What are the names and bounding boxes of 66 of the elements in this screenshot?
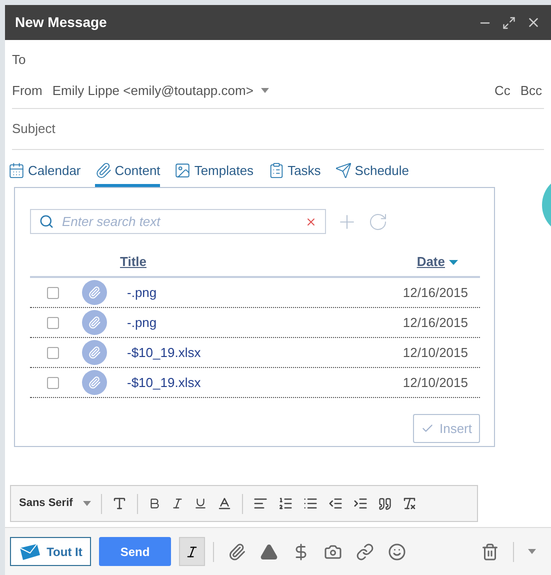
window-title: New Message	[15, 13, 107, 32]
indent-more-icon[interactable]	[352, 496, 368, 511]
caret-icon	[82, 501, 91, 506]
subject-field[interactable]: Subject	[12, 119, 544, 139]
formatting-toggle-icon[interactable]	[179, 537, 205, 566]
tab[interactable]: Content	[94, 160, 160, 187]
attachment-icon	[82, 310, 107, 335]
clipboard-list-icon	[268, 162, 285, 179]
tab[interactable]: Calendar	[8, 160, 81, 187]
paperclip-icon	[94, 162, 112, 179]
caret-icon	[528, 549, 536, 554]
remove-formatting-icon[interactable]	[402, 496, 417, 511]
tout-it-button[interactable]: Tout It	[10, 537, 91, 566]
file-title[interactable]: -.png	[127, 282, 157, 302]
paper-plane-icon	[334, 162, 352, 179]
bcc-link[interactable]: Bcc	[520, 80, 542, 100]
search-input[interactable]: Enter search text	[62, 212, 297, 232]
search-field[interactable]: Enter search text	[30, 209, 326, 234]
column-header[interactable]: Title	[120, 252, 146, 272]
indent-less-icon[interactable]	[328, 496, 343, 511]
clear-icon[interactable]	[305, 216, 317, 228]
italic-icon[interactable]	[170, 497, 184, 510]
to-label: To	[12, 50, 26, 68]
send-button[interactable]: Send	[99, 537, 171, 566]
attachment-icon	[82, 370, 107, 395]
column-header[interactable]: Date	[416, 252, 458, 272]
from-dropdown[interactable]: Emily Lippe <emily@toutapp.com>	[52, 80, 270, 100]
tab[interactable]: Schedule	[334, 160, 410, 187]
bulleted-list-icon[interactable]	[302, 496, 318, 511]
file-title[interactable]: -.png	[127, 312, 157, 332]
from-label: From	[12, 82, 42, 100]
row-checkbox[interactable]	[47, 316, 59, 328]
caret-icon	[261, 88, 270, 93]
quote-icon[interactable]	[378, 496, 392, 510]
search-icon	[39, 214, 54, 229]
tab[interactable]: Tasks	[268, 160, 321, 187]
emoji-icon[interactable]	[388, 542, 406, 560]
file-date: 12/16/2015	[402, 284, 468, 302]
file-date: 12/16/2015	[402, 314, 468, 332]
file-title[interactable]: -$10_19.xlsx	[127, 372, 201, 392]
file-date: 12/10/2015	[402, 374, 468, 392]
picture-frame-icon	[174, 162, 192, 179]
text-size-icon[interactable]	[112, 496, 127, 511]
attach-icon[interactable]	[228, 542, 246, 560]
calendar-icon	[8, 162, 25, 179]
underline-icon[interactable]	[194, 497, 207, 510]
file-date: 12/10/2015	[402, 344, 468, 362]
row-checkbox[interactable]	[47, 376, 59, 388]
attachment-icon	[82, 280, 107, 305]
close-icon[interactable]	[526, 15, 541, 30]
numbered-list-icon[interactable]	[278, 496, 293, 511]
attachment-icon	[82, 340, 107, 365]
cc-link[interactable]: Cc	[494, 80, 510, 100]
text-color-icon[interactable]	[216, 496, 232, 511]
align-icon[interactable]	[252, 496, 268, 511]
row-checkbox[interactable]	[47, 346, 59, 358]
link-icon[interactable]	[356, 542, 374, 560]
expand-icon[interactable]	[502, 16, 516, 30]
camera-icon[interactable]	[324, 542, 342, 560]
trash-icon[interactable]	[481, 542, 499, 560]
bold-icon[interactable]	[148, 497, 161, 510]
file-title[interactable]: -$10_19.xlsx	[127, 342, 201, 362]
row-checkbox[interactable]	[47, 286, 59, 298]
tab[interactable]: Templates	[174, 160, 254, 187]
font-dropdown[interactable]: Sans Serif	[19, 495, 91, 512]
envelope-icon	[18, 544, 41, 560]
